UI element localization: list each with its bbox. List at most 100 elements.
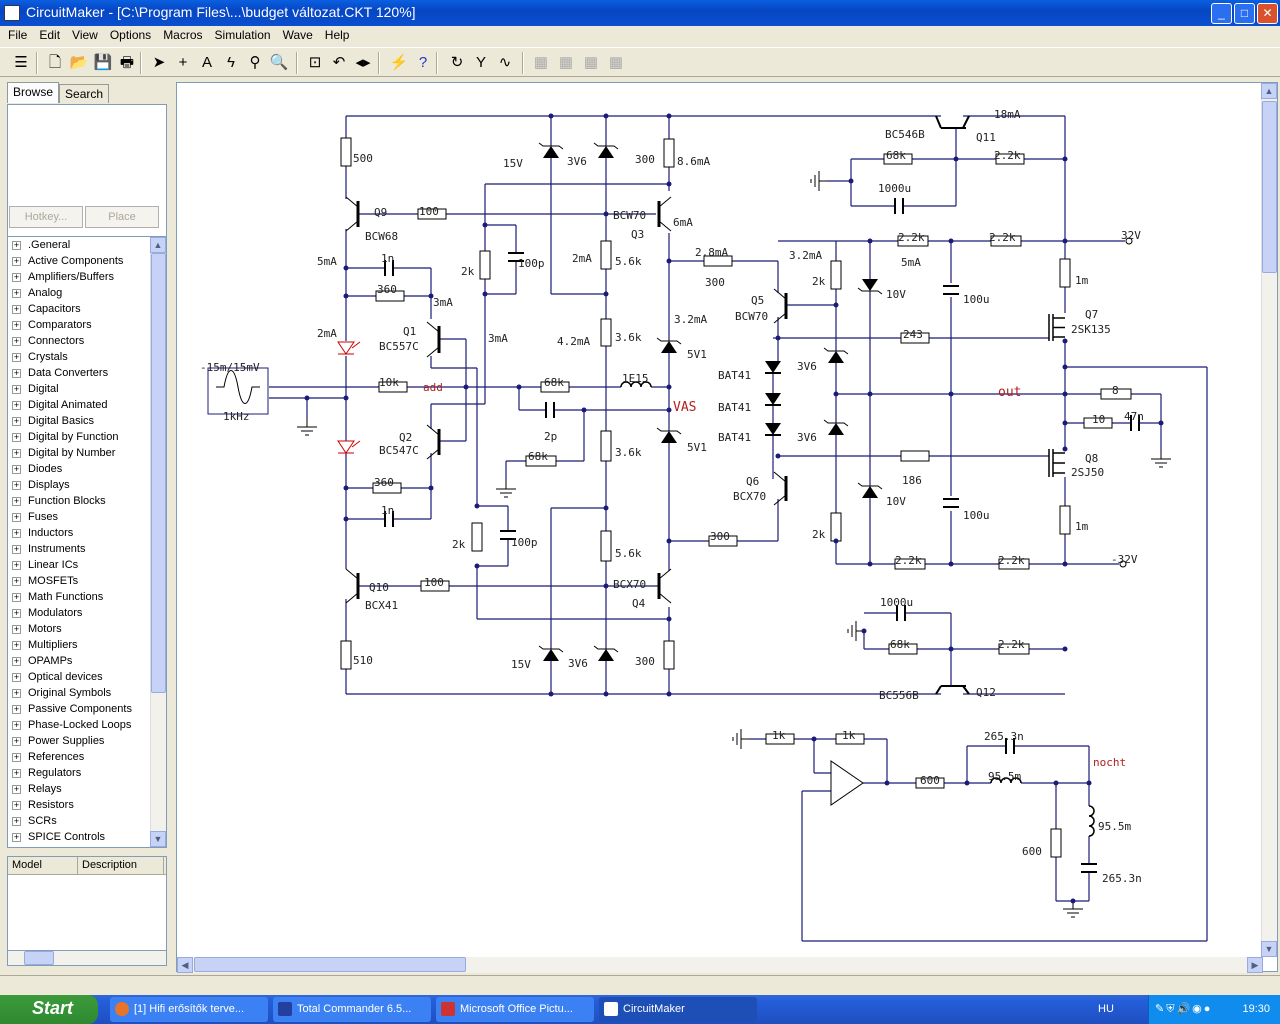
scroll-down-arrow[interactable]: ▼ bbox=[1261, 941, 1277, 957]
wire-icon[interactable]: + bbox=[172, 52, 194, 74]
expand-icon[interactable]: + bbox=[12, 753, 21, 762]
expand-icon[interactable]: + bbox=[12, 689, 21, 698]
expand-icon[interactable]: + bbox=[12, 497, 21, 506]
task-circuitmaker[interactable]: CircuitMaker bbox=[599, 997, 757, 1022]
expand-icon[interactable]: + bbox=[12, 737, 21, 746]
library-item[interactable]: + Displays bbox=[8, 477, 166, 493]
close-button[interactable]: ✕ bbox=[1257, 3, 1278, 24]
library-item[interactable]: + Digital by Function bbox=[8, 429, 166, 445]
library-item[interactable]: + SCRs bbox=[8, 813, 166, 829]
expand-icon[interactable]: + bbox=[12, 785, 21, 794]
probe2-icon[interactable]: ⚲ bbox=[244, 52, 266, 74]
help-icon[interactable]: ? bbox=[412, 52, 434, 74]
expand-icon[interactable]: + bbox=[12, 641, 21, 650]
library-item[interactable]: + Regulators bbox=[8, 765, 166, 781]
expand-icon[interactable]: + bbox=[12, 289, 21, 298]
fit-icon[interactable]: ⊡ bbox=[304, 52, 326, 74]
scroll-left-arrow[interactable]: ◀ bbox=[177, 957, 193, 973]
canvas-hscrollbar[interactable]: ◀ ▶ bbox=[177, 957, 1263, 973]
expand-icon[interactable]: + bbox=[12, 401, 21, 410]
menu-simulation[interactable]: Simulation bbox=[209, 26, 277, 46]
menu-help[interactable]: Help bbox=[319, 26, 356, 46]
expand-icon[interactable]: + bbox=[12, 417, 21, 426]
menu-options[interactable]: Options bbox=[104, 26, 157, 46]
rotate-icon[interactable]: ↶ bbox=[328, 52, 350, 74]
layout2-icon[interactable]: ▦ bbox=[555, 52, 577, 74]
task-office-picture[interactable]: Microsoft Office Pictu... bbox=[436, 997, 594, 1022]
column-description[interactable]: Description bbox=[78, 857, 164, 874]
scroll-thumb[interactable] bbox=[194, 957, 466, 972]
tab-search[interactable]: Search bbox=[59, 84, 110, 103]
expand-icon[interactable]: + bbox=[12, 593, 21, 602]
model-hscrollbar[interactable] bbox=[7, 950, 167, 966]
canvas-vscrollbar[interactable]: ▲ ▼ bbox=[1261, 83, 1277, 957]
library-item[interactable]: + Crystals bbox=[8, 349, 166, 365]
expand-icon[interactable]: + bbox=[12, 577, 21, 586]
expand-icon[interactable]: + bbox=[12, 769, 21, 778]
reset-icon[interactable]: ↻ bbox=[446, 52, 468, 74]
layout1-icon[interactable]: ▦ bbox=[530, 52, 552, 74]
expand-icon[interactable]: + bbox=[12, 529, 21, 538]
library-item[interactable]: + Active Components bbox=[8, 253, 166, 269]
library-item[interactable]: + Digital Basics bbox=[8, 413, 166, 429]
print-icon[interactable]: 🖶 bbox=[116, 52, 138, 74]
expand-icon[interactable]: + bbox=[12, 609, 21, 618]
save-icon[interactable]: 💾 bbox=[92, 52, 114, 74]
library-item[interactable]: + Comparators bbox=[8, 317, 166, 333]
expand-icon[interactable]: + bbox=[12, 241, 21, 250]
expand-icon[interactable]: + bbox=[12, 305, 21, 314]
library-item[interactable]: + Function Blocks bbox=[8, 493, 166, 509]
expand-icon[interactable]: + bbox=[12, 625, 21, 634]
mirror-icon[interactable]: ◂▸ bbox=[352, 52, 374, 74]
library-item[interactable]: + Passive Components bbox=[8, 701, 166, 717]
scroll-up-arrow[interactable]: ▲ bbox=[1261, 83, 1277, 99]
library-item[interactable]: + Phase-Locked Loops bbox=[8, 717, 166, 733]
schematic[interactable]: 500 15V 3V6 300 8.6mA BC546B Q11 18mA 68k 2.2k 100… bbox=[177, 83, 1263, 957]
expand-icon[interactable]: + bbox=[12, 545, 21, 554]
library-item[interactable]: + Digital by Number bbox=[8, 445, 166, 461]
scroll-right-arrow[interactable]: ▶ bbox=[1247, 957, 1263, 973]
menu-edit[interactable]: Edit bbox=[33, 26, 66, 46]
library-item[interactable]: + Analog bbox=[8, 285, 166, 301]
tool-icon[interactable]: Y bbox=[470, 52, 492, 74]
expand-icon[interactable]: + bbox=[12, 337, 21, 346]
expand-icon[interactable]: + bbox=[12, 481, 21, 490]
text-icon[interactable]: A bbox=[196, 52, 218, 74]
tray-icons[interactable]: ✎⛨🔊◉● bbox=[1155, 1002, 1212, 1016]
library-item[interactable]: + Modulators bbox=[8, 605, 166, 621]
menu-macros[interactable]: Macros bbox=[157, 26, 208, 46]
library-item[interactable]: + Original Symbols bbox=[8, 685, 166, 701]
start-button[interactable]: Start bbox=[0, 995, 98, 1024]
expand-icon[interactable]: + bbox=[12, 513, 21, 522]
library-item[interactable]: + Resistors bbox=[8, 797, 166, 813]
minimize-button[interactable]: _ bbox=[1211, 3, 1232, 24]
library-item[interactable]: + Power Supplies bbox=[8, 733, 166, 749]
column-model[interactable]: Model bbox=[8, 857, 78, 874]
hotkey-button[interactable]: Hotkey... bbox=[9, 206, 83, 228]
expand-icon[interactable]: + bbox=[12, 561, 21, 570]
library-item[interactable]: + Instruments bbox=[8, 541, 166, 557]
layout4-icon[interactable]: ▦ bbox=[605, 52, 627, 74]
place-button[interactable]: Place bbox=[85, 206, 159, 228]
task-total-commander[interactable]: Total Commander 6.5... bbox=[273, 997, 431, 1022]
library-item[interactable]: + MOSFETs bbox=[8, 573, 166, 589]
scroll-thumb[interactable] bbox=[24, 951, 54, 965]
simulate-icon[interactable]: ⚡ bbox=[388, 52, 410, 74]
expand-icon[interactable]: + bbox=[12, 369, 21, 378]
arrow-icon[interactable]: ➤ bbox=[148, 52, 170, 74]
wave-icon[interactable]: ∿ bbox=[494, 52, 516, 74]
expand-icon[interactable]: + bbox=[12, 321, 21, 330]
library-item[interactable]: + Digital Animated bbox=[8, 397, 166, 413]
expand-icon[interactable]: + bbox=[12, 465, 21, 474]
library-item[interactable]: + SPICE Controls bbox=[8, 829, 166, 845]
expand-icon[interactable]: + bbox=[12, 657, 21, 666]
library-item[interactable]: + Optical devices bbox=[8, 669, 166, 685]
library-item[interactable]: + .General bbox=[8, 237, 166, 253]
library-item[interactable]: + Capacitors bbox=[8, 301, 166, 317]
task-firefox[interactable]: [1] Hifi erősítők terve... bbox=[110, 997, 268, 1022]
library-item[interactable]: + Relays bbox=[8, 781, 166, 797]
library-item[interactable]: + Connectors bbox=[8, 333, 166, 349]
expand-icon[interactable]: + bbox=[12, 449, 21, 458]
library-item[interactable]: + Motors bbox=[8, 621, 166, 637]
expand-icon[interactable]: + bbox=[12, 801, 21, 810]
